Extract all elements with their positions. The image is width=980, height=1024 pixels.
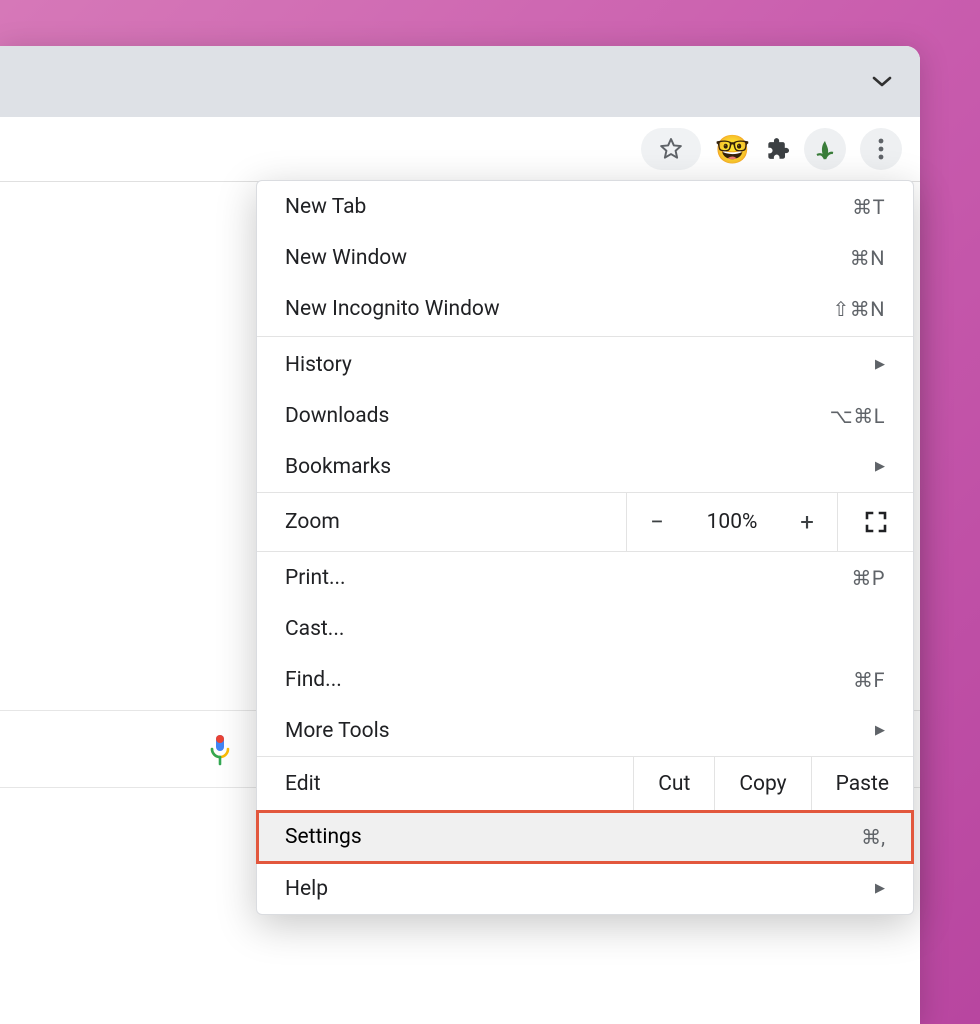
menu-item-settings[interactable]: Settings ⌘, (257, 811, 913, 863)
avatar-extension-icon[interactable]: 🤓 (715, 133, 750, 166)
menu-accelerator: ⌘N (850, 246, 885, 270)
edit-cut-button[interactable]: Cut (633, 757, 714, 810)
browser-toolbar: 🤓 (0, 117, 920, 182)
zoom-in-button[interactable]: + (777, 493, 837, 551)
zoom-out-button[interactable]: − (627, 493, 687, 551)
menu-separator (257, 336, 913, 337)
menu-label: New Window (285, 246, 850, 270)
tabs-dropdown-chevron-icon[interactable] (872, 76, 892, 88)
menu-item-new-tab[interactable]: New Tab ⌘T (257, 181, 913, 232)
menu-item-new-window[interactable]: New Window ⌘N (257, 232, 913, 283)
menu-accelerator: ⌥⌘L (830, 404, 885, 428)
menu-label: New Tab (285, 195, 852, 219)
fullscreen-button[interactable] (837, 493, 913, 551)
menu-label: Bookmarks (285, 455, 875, 479)
star-icon (658, 136, 684, 162)
tab-strip (0, 46, 920, 117)
chevron-right-icon: ▶ (875, 459, 885, 474)
menu-label: More Tools (285, 719, 875, 743)
chevron-right-icon: ▶ (875, 357, 885, 372)
zoom-level-value: 100% (687, 493, 777, 551)
menu-edit-row: Edit Cut Copy Paste (257, 756, 913, 811)
menu-label: Print... (285, 566, 851, 590)
menu-item-bookmarks[interactable]: Bookmarks ▶ (257, 441, 913, 492)
fullscreen-icon (864, 510, 888, 534)
chrome-menu-button[interactable] (860, 128, 902, 170)
menu-label: Downloads (285, 404, 830, 428)
menu-item-print[interactable]: Print... ⌘P (257, 552, 913, 603)
menu-item-find[interactable]: Find... ⌘F (257, 654, 913, 705)
chevron-right-icon: ▶ (875, 723, 885, 738)
menu-zoom-row: Zoom − 100% + (257, 492, 913, 552)
bookmark-star-button[interactable] (641, 128, 701, 170)
plant-avatar-icon (811, 135, 839, 163)
menu-item-new-incognito[interactable]: New Incognito Window ⇧⌘N (257, 283, 913, 334)
edit-label: Edit (257, 757, 633, 810)
menu-item-cast[interactable]: Cast... (257, 603, 913, 654)
menu-label: Settings (285, 825, 861, 849)
menu-accelerator: ⌘P (851, 566, 885, 590)
menu-label: New Incognito Window (285, 297, 832, 321)
menu-item-history[interactable]: History ▶ (257, 339, 913, 390)
zoom-label: Zoom (257, 493, 627, 551)
menu-accelerator: ⌘T (852, 195, 885, 219)
microphone-icon[interactable] (208, 733, 232, 767)
menu-item-downloads[interactable]: Downloads ⌥⌘L (257, 390, 913, 441)
menu-label: History (285, 353, 875, 377)
profile-avatar-button[interactable] (804, 128, 846, 170)
extensions-puzzle-icon[interactable] (764, 136, 790, 162)
menu-accelerator: ⌘F (853, 668, 885, 692)
menu-accelerator: ⌘, (861, 825, 885, 849)
menu-item-more-tools[interactable]: More Tools ▶ (257, 705, 913, 756)
menu-label: Help (285, 877, 875, 901)
menu-label: Find... (285, 668, 853, 692)
edit-copy-button[interactable]: Copy (714, 757, 810, 810)
menu-accelerator: ⇧⌘N (832, 297, 885, 321)
edit-paste-button[interactable]: Paste (811, 757, 913, 810)
chrome-main-menu: New Tab ⌘T New Window ⌘N New Incognito W… (256, 180, 914, 915)
more-vertical-icon (878, 138, 884, 160)
menu-item-help[interactable]: Help ▶ (257, 863, 913, 914)
menu-label: Cast... (285, 617, 885, 641)
chevron-right-icon: ▶ (875, 881, 885, 896)
